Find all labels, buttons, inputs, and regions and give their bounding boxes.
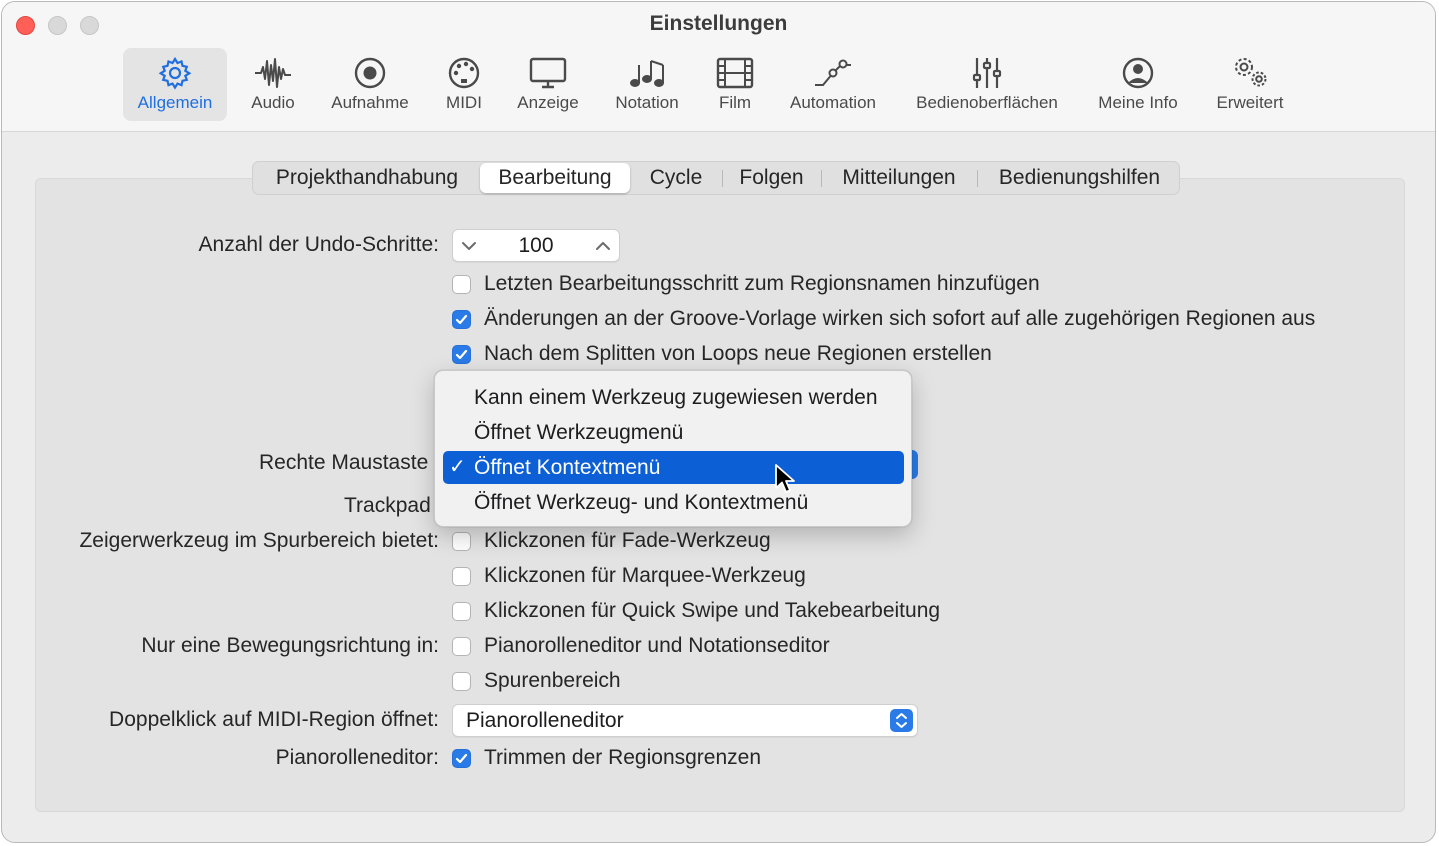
checkbox-fade[interactable] — [452, 531, 471, 551]
checkmark-icon — [455, 753, 468, 763]
window-title: Einstellungen — [649, 12, 788, 35]
trackpad-label: Trackpad — [344, 494, 431, 517]
menu-item-label: Öffnet Kontextmenü — [474, 456, 661, 479]
menu-item-tool-menu[interactable]: Öffnet Werkzeugmenü — [443, 416, 904, 449]
checkbox-split-loops[interactable] — [452, 344, 471, 364]
tab-folgen[interactable]: Folgen — [727, 162, 816, 194]
toolbar-item-audio[interactable]: Audio — [240, 48, 306, 121]
pianoroll-label: Pianorolleneditor: — [275, 746, 439, 769]
toolbar-label: Erweitert — [1216, 93, 1284, 112]
tab-bearbeitung[interactable]: Bearbeitung — [480, 163, 630, 193]
pointer-tool-label: Zeigerwerkzeug im Spurbereich bietet: — [79, 529, 439, 552]
option-label: Klickzonen für Marquee-Werkzeug — [484, 564, 806, 587]
toolbar-item-meine-info[interactable]: Meine Info — [1086, 48, 1190, 121]
option-label: Klickzonen für Fade-Werkzeug — [484, 529, 771, 552]
option-pianoroll-notation[interactable]: Pianorolleneditor und Notationseditor — [452, 634, 830, 658]
one-direction-label: Nur eine Bewegungsrichtung in: — [141, 634, 439, 657]
checkbox-pianoroll-notation[interactable] — [452, 636, 471, 656]
toolbar-item-midi[interactable]: MIDI — [434, 48, 494, 121]
automation-icon — [815, 59, 851, 86]
checkbox-last-edit[interactable] — [452, 274, 471, 294]
toolbar-label: MIDI — [446, 93, 482, 112]
checkbox-marquee[interactable] — [452, 566, 471, 586]
tab-bedienungshilfen[interactable]: Bedienungshilfen — [982, 162, 1177, 194]
toolbar-item-bedienoberflaechen[interactable]: Bedienoberflächen — [902, 48, 1072, 121]
display-icon — [529, 57, 567, 89]
option-split-loops[interactable]: Nach dem Splitten von Loops neue Regione… — [452, 342, 992, 366]
toolbar-label: Automation — [790, 93, 876, 112]
option-tracks[interactable]: Spurenbereich — [452, 669, 621, 693]
toolbar-label: Meine Info — [1098, 93, 1178, 112]
toolbar-label: Film — [718, 93, 752, 112]
option-label: Klickzonen für Quick Swipe und Takebearb… — [484, 599, 941, 622]
toolbar-label: Notation — [615, 93, 679, 112]
toolbar-label: Bedienoberflächen — [916, 93, 1058, 112]
check-icon: ✓ — [449, 456, 466, 478]
checkbox-quickswipe[interactable] — [452, 601, 471, 621]
toolbar-label: Aufnahme — [331, 93, 409, 112]
film-icon — [716, 57, 754, 89]
menu-item-context-menu[interactable]: ✓ Öffnet Kontextmenü — [443, 451, 904, 484]
toolbar-item-automation[interactable]: Automation — [778, 48, 888, 121]
toolbar-label: Allgemein — [137, 93, 213, 112]
mouse-pointer-icon — [775, 464, 795, 493]
doubleclick-select[interactable]: Pianorolleneditor — [452, 704, 918, 737]
undo-steps-stepper[interactable]: 100 — [452, 229, 620, 262]
waveform-icon — [255, 58, 291, 88]
sliders-icon — [972, 58, 1002, 88]
checkmark-icon — [455, 349, 468, 359]
doubleclick-select-value: Pianorolleneditor — [466, 709, 624, 732]
undo-steps-label: Anzahl der Undo-Schritte: — [198, 233, 439, 256]
toolbar-label: Audio — [251, 93, 295, 112]
checkbox-trim[interactable] — [452, 748, 471, 768]
option-trim[interactable]: Trimmen der Regionsgrenzen — [452, 746, 761, 770]
menu-item-tool-and-context[interactable]: Öffnet Werkzeug- und Kontextmenü — [443, 486, 904, 519]
palette-icon — [448, 57, 480, 89]
tab-separator — [722, 170, 723, 187]
option-label: Nach dem Splitten von Loops neue Regione… — [484, 342, 992, 365]
updown-arrows-icon — [890, 709, 913, 732]
toolbar-item-notation[interactable]: Notation — [602, 48, 692, 121]
checkbox-groove[interactable] — [452, 309, 471, 329]
gear-icon — [158, 56, 192, 90]
option-quickswipe[interactable]: Klickzonen für Quick Swipe und Takebearb… — [452, 599, 940, 623]
option-label: Pianorolleneditor und Notationseditor — [484, 634, 830, 657]
toolbar-label: Anzeige — [517, 93, 579, 112]
tab-cycle[interactable]: Cycle — [635, 162, 717, 194]
right-mouse-label: Rechte Maustaste — [259, 451, 429, 474]
option-fade[interactable]: Klickzonen für Fade-Werkzeug — [452, 529, 771, 553]
option-groove[interactable]: Änderungen an der Groove-Vorlage wirken … — [452, 307, 1315, 331]
notes-icon — [630, 60, 664, 87]
toolbar-item-anzeige[interactable]: Anzeige — [507, 48, 589, 121]
toolbar-item-erweitert[interactable]: Erweitert — [1204, 48, 1296, 121]
checkmark-icon — [455, 314, 468, 324]
tab-mitteilungen[interactable]: Mitteilungen — [826, 162, 972, 194]
record-icon — [354, 57, 386, 89]
option-label: Letzten Bearbeitungsschritt zum Regionsn… — [484, 272, 1040, 295]
right-mouse-popup-menu: Kann einem Werkzeug zugewiesen werden Öf… — [434, 370, 912, 527]
gears-icon — [1235, 58, 1267, 87]
titlebar: Einstellungen Allgemein Audio Aufnahme M… — [2, 2, 1435, 132]
toolbar-item-allgemein[interactable]: Allgemein — [123, 48, 227, 121]
tab-separator — [977, 170, 978, 187]
chevron-up-icon[interactable] — [595, 239, 611, 253]
option-marquee[interactable]: Klickzonen für Marquee-Werkzeug — [452, 564, 806, 588]
option-label: Änderungen an der Groove-Vorlage wirken … — [484, 307, 1316, 330]
option-last-edit[interactable]: Letzten Bearbeitungsschritt zum Regionsn… — [452, 272, 1040, 296]
doubleclick-label: Doppelklick auf MIDI-Region öffnet: — [109, 708, 439, 731]
tab-projekthandhabung[interactable]: Projekthandhabung — [257, 162, 477, 194]
toolbar-item-aufnahme[interactable]: Aufnahme — [320, 48, 420, 121]
person-icon — [1122, 57, 1154, 89]
toolbar-item-film[interactable]: Film — [705, 48, 765, 121]
tab-bar: Projekthandhabung Bearbeitung Cycle Folg… — [252, 161, 1180, 195]
option-label: Trimmen der Regionsgrenzen — [484, 746, 762, 769]
menu-item-assignable[interactable]: Kann einem Werkzeug zugewiesen werden — [443, 381, 904, 414]
option-label: Spurenbereich — [484, 669, 621, 692]
tab-separator — [821, 170, 822, 187]
checkbox-tracks[interactable] — [452, 671, 471, 691]
